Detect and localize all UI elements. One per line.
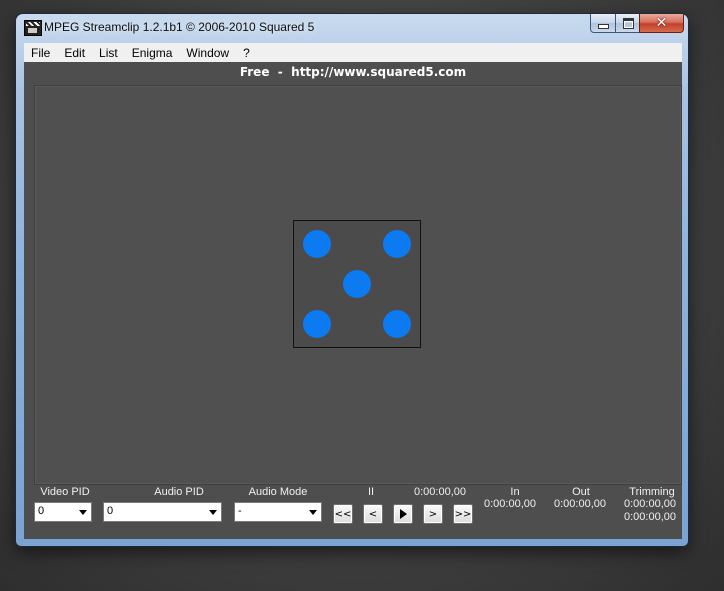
in-label: In xyxy=(510,486,520,498)
app-window: MPEG Streamclip 1.2.1b1 © 2006-2010 Squa… xyxy=(16,14,688,546)
step-forward-button[interactable]: > xyxy=(423,504,443,524)
video-pid-value: 0 xyxy=(38,505,45,517)
close-icon: ✕ xyxy=(655,15,668,31)
in-time: 0:00:00,00 xyxy=(484,498,536,510)
minimize-icon xyxy=(598,23,609,29)
maximize-button[interactable] xyxy=(615,14,641,33)
pause-indicator: II xyxy=(368,486,375,498)
rewind-fast-button[interactable]: << xyxy=(333,504,353,524)
audio-mode-label: Audio Mode xyxy=(248,486,308,498)
dice-dot xyxy=(343,270,371,298)
play-icon xyxy=(399,509,407,519)
title-bar[interactable]: MPEG Streamclip 1.2.1b1 © 2006-2010 Squa… xyxy=(16,14,688,40)
banner-text: Free - http://www.squared5.com xyxy=(239,65,467,79)
menu-bar: File Edit List Enigma Window ? xyxy=(24,43,682,63)
close-button[interactable]: ✕ xyxy=(639,14,684,33)
forward-fast-button[interactable]: >> xyxy=(453,504,473,524)
dice-dot xyxy=(303,310,331,338)
audio-mode-value: - xyxy=(238,505,242,517)
clapperboard-icon[interactable] xyxy=(24,20,42,36)
maximize-icon xyxy=(622,17,634,29)
dice-dot xyxy=(303,230,331,258)
step-back-button[interactable]: < xyxy=(363,504,383,524)
video-pid-select[interactable]: 0 xyxy=(34,502,92,522)
minimize-button[interactable] xyxy=(590,14,617,33)
video-pid-label: Video PID xyxy=(40,486,90,498)
window-title: MPEG Streamclip 1.2.1b1 © 2006-2010 Squa… xyxy=(44,20,315,34)
audio-pid-value: 0 xyxy=(107,505,114,517)
control-bar: Video PID 0 Audio PID 0 Audio Mode - II … xyxy=(24,486,682,539)
chevron-down-icon xyxy=(309,510,317,515)
chevron-down-icon xyxy=(79,510,87,515)
out-time: 0:00:00,00 xyxy=(554,498,606,510)
play-button[interactable] xyxy=(393,504,413,524)
trimming-label: Trimming xyxy=(629,486,675,498)
current-time: 0:00:00,00 xyxy=(414,486,466,498)
menu-list[interactable]: List xyxy=(92,46,125,60)
menu-window[interactable]: Window xyxy=(179,46,236,60)
menu-enigma[interactable]: Enigma xyxy=(125,46,180,60)
out-label: Out xyxy=(572,486,590,498)
menu-edit[interactable]: Edit xyxy=(57,46,92,60)
dice-dot xyxy=(383,310,411,338)
audio-pid-label: Audio PID xyxy=(154,486,204,498)
menu-file[interactable]: File xyxy=(24,46,57,60)
trimming-time-1: 0:00:00,00 xyxy=(624,498,676,510)
main-panel: Free - http://www.squared5.com Video PID… xyxy=(24,62,682,539)
dice-five-icon xyxy=(293,220,421,348)
video-preview[interactable] xyxy=(34,85,682,485)
audio-mode-select[interactable]: - xyxy=(234,502,322,522)
audio-pid-select[interactable]: 0 xyxy=(103,502,222,522)
chevron-down-icon xyxy=(209,510,217,515)
dice-dot xyxy=(383,230,411,258)
menu-help[interactable]: ? xyxy=(236,46,257,60)
trimming-time-2: 0:00:00,00 xyxy=(624,511,676,523)
